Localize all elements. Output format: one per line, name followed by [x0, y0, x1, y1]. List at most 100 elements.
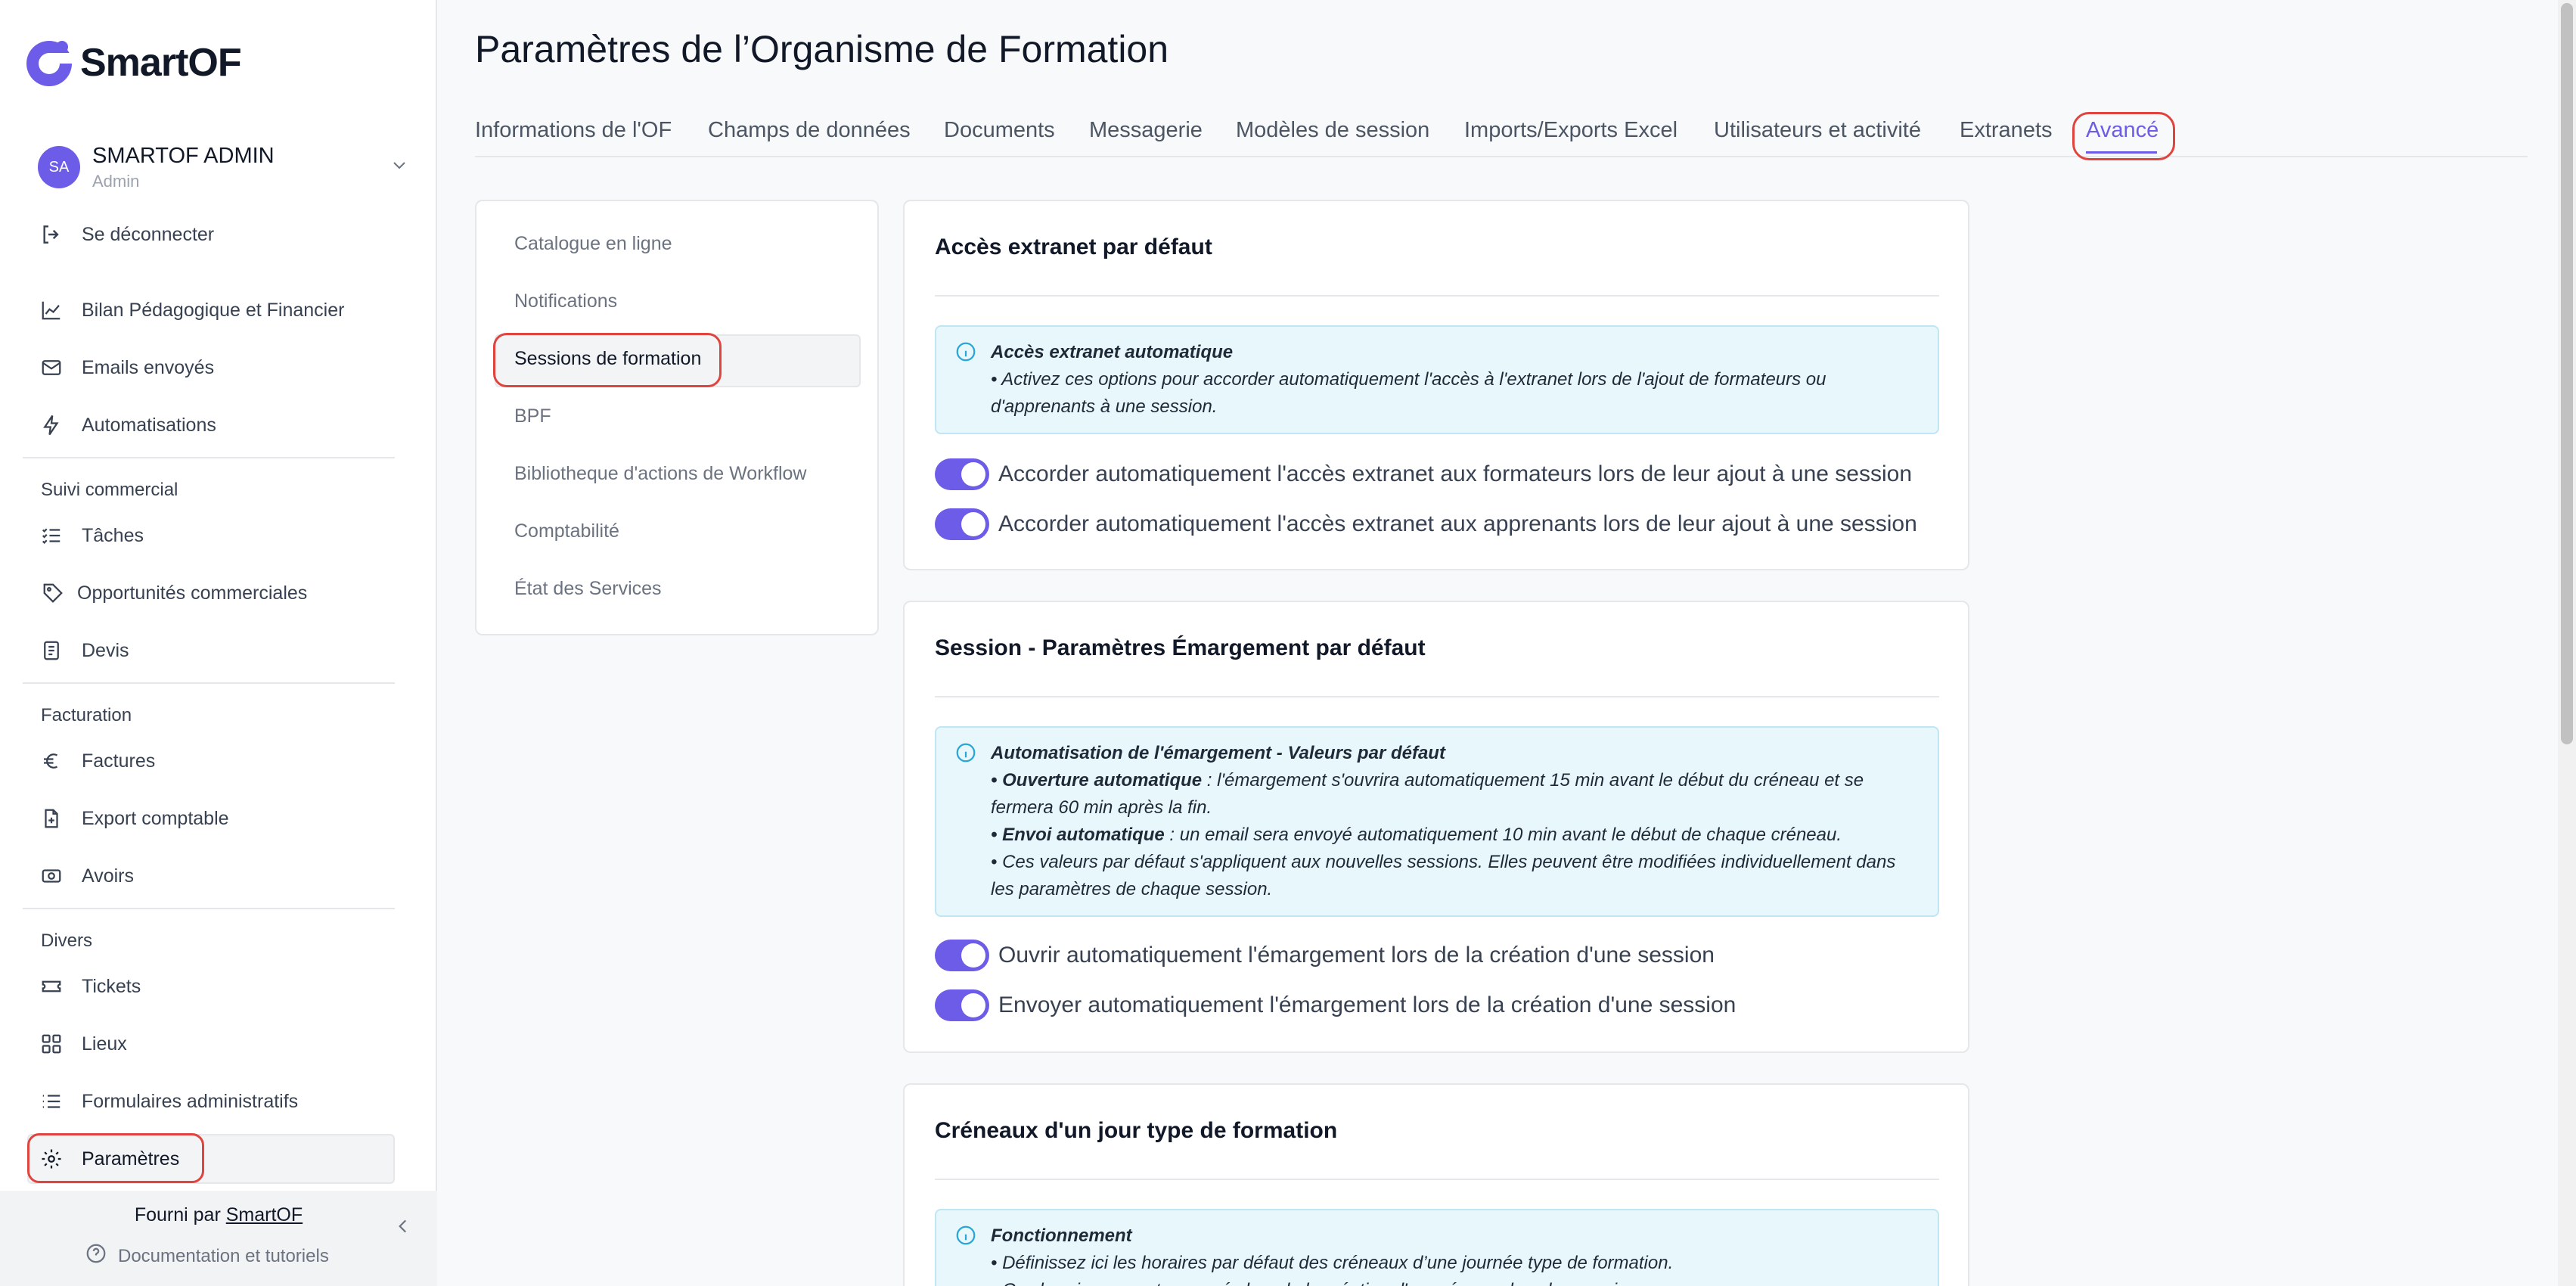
tab-messagerie[interactable]: Messagerie	[1089, 118, 1203, 143]
sidebar-item-label: Tâches	[82, 524, 144, 546]
sidebar-item-lieux[interactable]: Lieux	[38, 1021, 127, 1067]
tab-informations[interactable]: Informations de l'OF	[475, 118, 672, 143]
emargement-ouverture-toggle[interactable]	[935, 940, 989, 971]
toggle-row[interactable]: Ouvrir automatiquement l'émargement lors…	[935, 940, 1715, 971]
divider	[23, 908, 395, 909]
tab-modeles[interactable]: Modèles de session	[1236, 118, 1429, 143]
sidebar-item-opportunites[interactable]: Opportunités commerciales	[39, 570, 307, 616]
info-line: • Ces horaires seront proposés lors de l…	[991, 1280, 1651, 1286]
highlight-subnav-sessions	[493, 333, 722, 387]
sidebar-item-label: Bilan Pédagogique et Financier	[82, 299, 345, 321]
scrollbar-thumb[interactable]	[2561, 3, 2573, 744]
info-heading: Accès extranet automatique	[991, 342, 1234, 362]
collapse-sidebar-icon[interactable]	[393, 1216, 413, 1240]
info-line: • Définissez ici les horaires par défaut…	[991, 1253, 1674, 1273]
sidebar-item-factures[interactable]: Factures	[38, 738, 155, 784]
info-icon	[954, 1224, 977, 1250]
info-line: : un email sera envoyé automatiquement 1…	[1164, 825, 1842, 845]
mail-icon	[38, 354, 65, 381]
logout-button[interactable]: Se déconnecter	[38, 212, 214, 257]
emargement-envoi-toggle[interactable]	[935, 989, 989, 1021]
toggle-row[interactable]: Envoyer automatiquement l'émargement lor…	[935, 989, 1736, 1021]
docs-link[interactable]: Documentation et tutoriels	[85, 1242, 329, 1270]
sidebar-item-label: Formulaires administratifs	[82, 1090, 299, 1112]
info-heading: Fonctionnement	[991, 1225, 1132, 1246]
subnav-item-services[interactable]: État des Services	[514, 578, 662, 600]
subnav-item-bpf[interactable]: BPF	[514, 405, 551, 427]
tab-champs[interactable]: Champs de données	[708, 118, 911, 143]
section-title: Divers	[41, 930, 93, 951]
sidebar-item-automatisations[interactable]: Automatisations	[38, 402, 216, 448]
banknote-icon	[38, 862, 65, 890]
list-icon	[38, 1088, 65, 1115]
info-text: Automatisation de l'émargement - Valeurs…	[991, 740, 1915, 903]
card-extranet: Accès extranet par défaut Accès extranet…	[903, 200, 1969, 570]
sidebar-item-formulaires[interactable]: Formulaires administratifs	[38, 1079, 298, 1124]
chart-line-icon	[38, 297, 65, 324]
info-line: • Ces valeurs par défaut s'appliquent au…	[991, 852, 1896, 899]
file-export-icon	[38, 805, 65, 832]
toggle-label: Ouvrir automatiquement l'émargement lors…	[998, 943, 1715, 968]
subnav-item-workflow[interactable]: Bibliotheque d'actions de Workflow	[514, 463, 806, 485]
toggle-row[interactable]: Accorder automatiquement l'accès extrane…	[935, 508, 1917, 540]
list-check-icon	[38, 522, 65, 549]
info-heading: Automatisation de l'émargement - Valeurs…	[991, 743, 1445, 763]
card-separator	[935, 1179, 1939, 1180]
card-title: Session - Paramètres Émargement par défa…	[935, 635, 1426, 660]
extranet-apprenants-toggle[interactable]	[935, 508, 989, 540]
card-separator	[935, 696, 1939, 697]
tab-documents[interactable]: Documents	[944, 118, 1055, 143]
toggle-label: Accorder automatiquement l'accès extrane…	[998, 461, 1913, 486]
sidebar-item-emails[interactable]: Emails envoyés	[38, 345, 214, 390]
subnav-item-catalogue[interactable]: Catalogue en ligne	[514, 233, 672, 255]
sidebar-item-label: Automatisations	[82, 414, 216, 436]
sidebar-item-bilan[interactable]: Bilan Pédagogique et Financier	[38, 287, 344, 333]
app-name: SmartOF	[80, 41, 242, 85]
sidebar-item-label: Opportunités commerciales	[77, 582, 308, 604]
tab-utilisateurs[interactable]: Utilisateurs et activité	[1714, 118, 1921, 143]
sidebar-item-tickets[interactable]: Tickets	[38, 964, 141, 1009]
info-bold: • Ouverture automatique	[991, 770, 1203, 791]
highlight-tab-avance	[2072, 112, 2175, 160]
app-logo[interactable]: SmartOF	[23, 36, 242, 89]
euro-icon	[38, 747, 65, 775]
card-separator	[935, 295, 1939, 297]
sidebar-item-avoirs[interactable]: Avoirs	[38, 853, 134, 899]
divider	[23, 457, 395, 458]
section-title: Facturation	[41, 705, 132, 725]
extranet-formateurs-toggle[interactable]	[935, 458, 989, 490]
sidebar-item-export[interactable]: Export comptable	[38, 796, 229, 841]
bolt-icon	[38, 412, 65, 439]
provider-link[interactable]: SmartOF	[226, 1204, 303, 1225]
logo-mark-icon	[23, 36, 76, 89]
logout-label: Se déconnecter	[82, 223, 215, 245]
sidebar-item-taches[interactable]: Tâches	[38, 513, 144, 558]
sidebar-footer: Fourni par SmartOF Documentation et tuto…	[0, 1191, 437, 1286]
subnav-item-comptabilite[interactable]: Comptabilité	[514, 520, 619, 542]
subnav-item-notifications[interactable]: Notifications	[514, 290, 617, 312]
chevron-down-icon[interactable]	[390, 156, 408, 178]
logout-icon	[38, 221, 65, 248]
tab-imports[interactable]: Imports/Exports Excel	[1464, 118, 1678, 143]
toggle-label: Accorder automatiquement l'accès extrane…	[998, 511, 1917, 536]
document-icon	[38, 637, 65, 664]
toggle-label: Envoyer automatiquement l'émargement lor…	[998, 992, 1736, 1017]
user-menu[interactable]: SA SMARTOF ADMIN Admin	[38, 139, 408, 195]
toggle-row[interactable]: Accorder automatiquement l'accès extrane…	[935, 458, 1912, 490]
docs-label: Documentation et tutoriels	[118, 1245, 329, 1266]
sidebar-item-label: Emails envoyés	[82, 356, 215, 378]
tab-extranets[interactable]: Extranets	[1960, 118, 2053, 143]
card-creneaux: Créneaux d'un jour type de formation Fon…	[903, 1083, 1969, 1286]
sidebar-item-label: Devis	[82, 639, 129, 661]
help-circle-icon	[85, 1242, 107, 1270]
grid-icon	[38, 1030, 65, 1058]
sidebar-item-label: Factures	[82, 750, 156, 772]
provided-by-label: Fourni par	[134, 1204, 221, 1225]
ticket-icon	[38, 973, 65, 1000]
sidebar-item-devis[interactable]: Devis	[38, 628, 129, 673]
avatar: SA	[38, 146, 80, 188]
page-scrollbar[interactable]	[2558, 0, 2576, 1286]
info-box: Automatisation de l'émargement - Valeurs…	[935, 726, 1939, 917]
info-box: Fonctionnement • Définissez ici les hora…	[935, 1209, 1939, 1286]
settings-tabs: Informations de l'OF Champs de données D…	[475, 115, 2528, 157]
